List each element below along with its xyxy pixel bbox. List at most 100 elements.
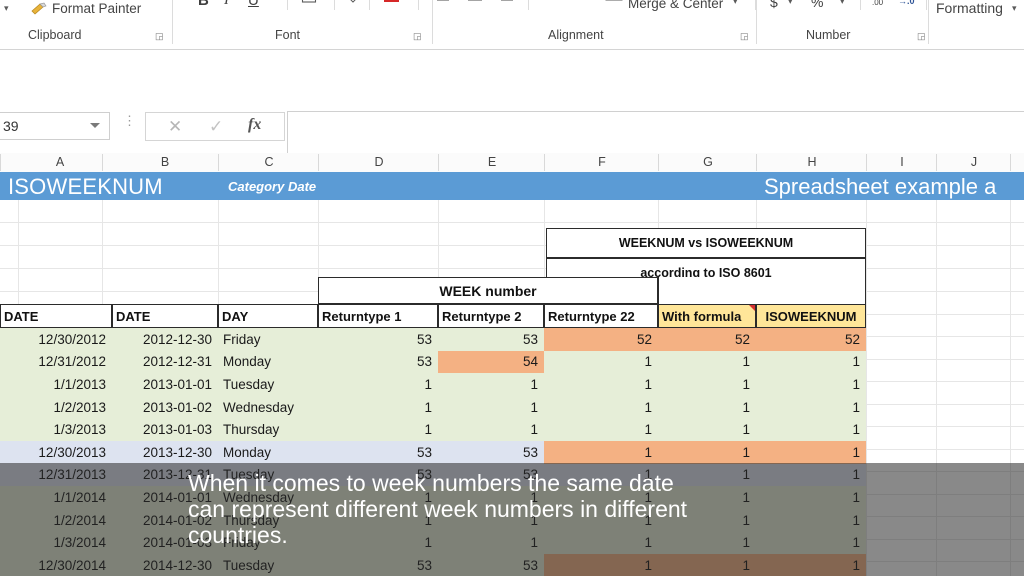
cell-formula[interactable]: 1 [658, 418, 756, 441]
column-header-C[interactable]: C [220, 155, 318, 171]
cell-day[interactable]: Tuesday [220, 373, 318, 396]
column-header-E[interactable]: E [440, 155, 544, 171]
align-right-icon[interactable] [498, 0, 516, 6]
cell-day[interactable]: Friday [220, 328, 318, 351]
number-dialog-launcher-icon[interactable]: ◲ [917, 31, 926, 42]
borders-icon[interactable] [300, 0, 318, 6]
column-header-D[interactable]: D [320, 155, 438, 171]
cell-iso[interactable]: 1 [756, 418, 866, 441]
table-header-returntype-22[interactable]: Returntype 22 [544, 304, 658, 328]
conditional-formatting-label[interactable]: Formatting [936, 0, 1003, 16]
formula-bar-grip[interactable]: ⋮ [123, 114, 136, 127]
insert-function-icon[interactable]: fx [248, 116, 261, 134]
cell-formula[interactable]: 1 [658, 373, 756, 396]
cell-rt22[interactable]: 1 [544, 441, 658, 464]
cell-iso[interactable]: 1 [756, 351, 866, 374]
cell-rt22[interactable]: 52 [544, 328, 658, 351]
format-painter-label[interactable]: Format Painter [52, 1, 141, 16]
cell-iso[interactable]: 1 [756, 396, 866, 419]
merge-center-dropdown-icon[interactable]: ▾ [733, 0, 738, 7]
column-header-A[interactable]: A [18, 155, 102, 171]
cell-rt22[interactable]: 1 [544, 373, 658, 396]
cell-date_us[interactable]: 1/1/2013 [0, 373, 112, 396]
number-format-dropdown-icon[interactable]: ▾ [840, 0, 845, 7]
cell-date_us[interactable]: 12/31/2012 [0, 351, 112, 374]
bold-icon[interactable]: B [198, 0, 209, 9]
cell-iso[interactable]: 1 [756, 441, 866, 464]
cell-rt2[interactable]: 53 [438, 441, 544, 464]
align-left-icon[interactable] [434, 0, 452, 6]
currency-dropdown-icon[interactable]: ▾ [788, 0, 793, 7]
table-header-day[interactable]: DAY [218, 304, 318, 328]
cell-date_iso[interactable]: 2013-01-03 [112, 418, 218, 441]
cell-date_us[interactable]: 1/2/2013 [0, 396, 112, 419]
cell-rt1[interactable]: 53 [318, 441, 438, 464]
cell-date_iso[interactable]: 2012-12-30 [112, 328, 218, 351]
clipboard-dropdown-arrow-icon[interactable]: ▾ [4, 3, 9, 14]
align-center-icon[interactable] [466, 0, 484, 6]
italic-icon[interactable]: I [224, 0, 229, 9]
table-header-with-formula[interactable]: With formula [658, 304, 756, 328]
increase-indent-icon[interactable] [566, 0, 582, 4]
cell-date_us[interactable]: 1/3/2013 [0, 418, 112, 441]
cell-day[interactable]: Monday [220, 441, 318, 464]
cell-date_iso[interactable]: 2013-12-30 [112, 441, 218, 464]
alignment-dialog-launcher-icon[interactable]: ◲ [740, 31, 749, 42]
cell-formula[interactable]: 1 [658, 351, 756, 374]
cell-date_iso[interactable]: 2012-12-31 [112, 351, 218, 374]
cell-iso[interactable]: 52 [756, 328, 866, 351]
font-dialog-launcher-icon[interactable]: ◲ [413, 31, 422, 42]
cell-rt22[interactable]: 1 [544, 396, 658, 419]
cell-rt2[interactable]: 53 [438, 328, 544, 351]
cell-formula[interactable]: 52 [658, 328, 756, 351]
merge-center-label[interactable]: Merge & Center [628, 0, 723, 11]
column-header-H[interactable]: H [758, 155, 866, 171]
cell-rt2[interactable]: 1 [438, 373, 544, 396]
merge-center-icon[interactable] [604, 0, 624, 5]
font-color-icon[interactable]: A [382, 0, 402, 6]
column-header-I[interactable]: I [868, 155, 936, 171]
cell-rt2[interactable]: 1 [438, 396, 544, 419]
increase-decimal-icon[interactable]: .00 [872, 0, 883, 7]
cell-rt2[interactable]: 54 [438, 350, 544, 374]
cell-rt1[interactable]: 1 [318, 396, 438, 419]
cancel-icon[interactable]: ✕ [168, 117, 182, 137]
cell-rt2[interactable]: 1 [438, 418, 544, 441]
decrease-decimal-icon[interactable]: →.0 [898, 0, 915, 6]
check-icon[interactable]: ✓ [209, 117, 223, 137]
cell-formula[interactable]: 1 [658, 441, 756, 464]
cell-formula[interactable]: 1 [658, 396, 756, 419]
column-header-G[interactable]: G [660, 155, 756, 171]
cell-date_us[interactable]: 12/30/2012 [0, 328, 112, 351]
cell-date_us[interactable]: 12/30/2013 [0, 441, 112, 464]
percent-icon[interactable]: % [811, 0, 823, 10]
cell-iso[interactable]: 1 [756, 373, 866, 396]
column-header-B[interactable]: B [112, 155, 218, 171]
table-header-date-iso[interactable]: DATE [112, 304, 218, 328]
underline-icon[interactable]: U [248, 0, 259, 9]
table-header-isoweeknum[interactable]: ISOWEEKNUM [756, 304, 866, 328]
cell-day[interactable]: Monday [220, 351, 318, 374]
name-box[interactable]: 39 [0, 112, 110, 140]
name-box-dropdown-icon[interactable] [90, 123, 100, 128]
table-header-returntype-1[interactable]: Returntype 1 [318, 304, 438, 328]
currency-icon[interactable]: $ [770, 0, 778, 10]
cell-date_iso[interactable]: 2013-01-02 [112, 396, 218, 419]
cell-rt1[interactable]: 1 [318, 373, 438, 396]
table-header-returntype-2[interactable]: Returntype 2 [438, 304, 544, 328]
cell-rt22[interactable]: 1 [544, 351, 658, 374]
column-header-F[interactable]: F [546, 155, 658, 171]
cell-day[interactable]: Thursday [220, 418, 318, 441]
formatting-dropdown-icon[interactable]: ▾ [1012, 3, 1017, 14]
decrease-indent-icon[interactable] [540, 0, 556, 4]
cell-day[interactable]: Wednesday [220, 396, 318, 419]
column-header-J[interactable]: J [938, 155, 1010, 171]
fill-color-icon[interactable] [345, 0, 363, 6]
cell-rt1[interactable]: 1 [318, 418, 438, 441]
table-header-date-us[interactable]: DATE [0, 304, 112, 328]
cell-rt1[interactable]: 53 [318, 351, 438, 374]
cell-date_iso[interactable]: 2013-01-01 [112, 373, 218, 396]
cell-rt22[interactable]: 1 [544, 418, 658, 441]
clipboard-dialog-launcher-icon[interactable]: ◲ [155, 31, 164, 42]
cell-rt1[interactable]: 53 [318, 328, 438, 351]
